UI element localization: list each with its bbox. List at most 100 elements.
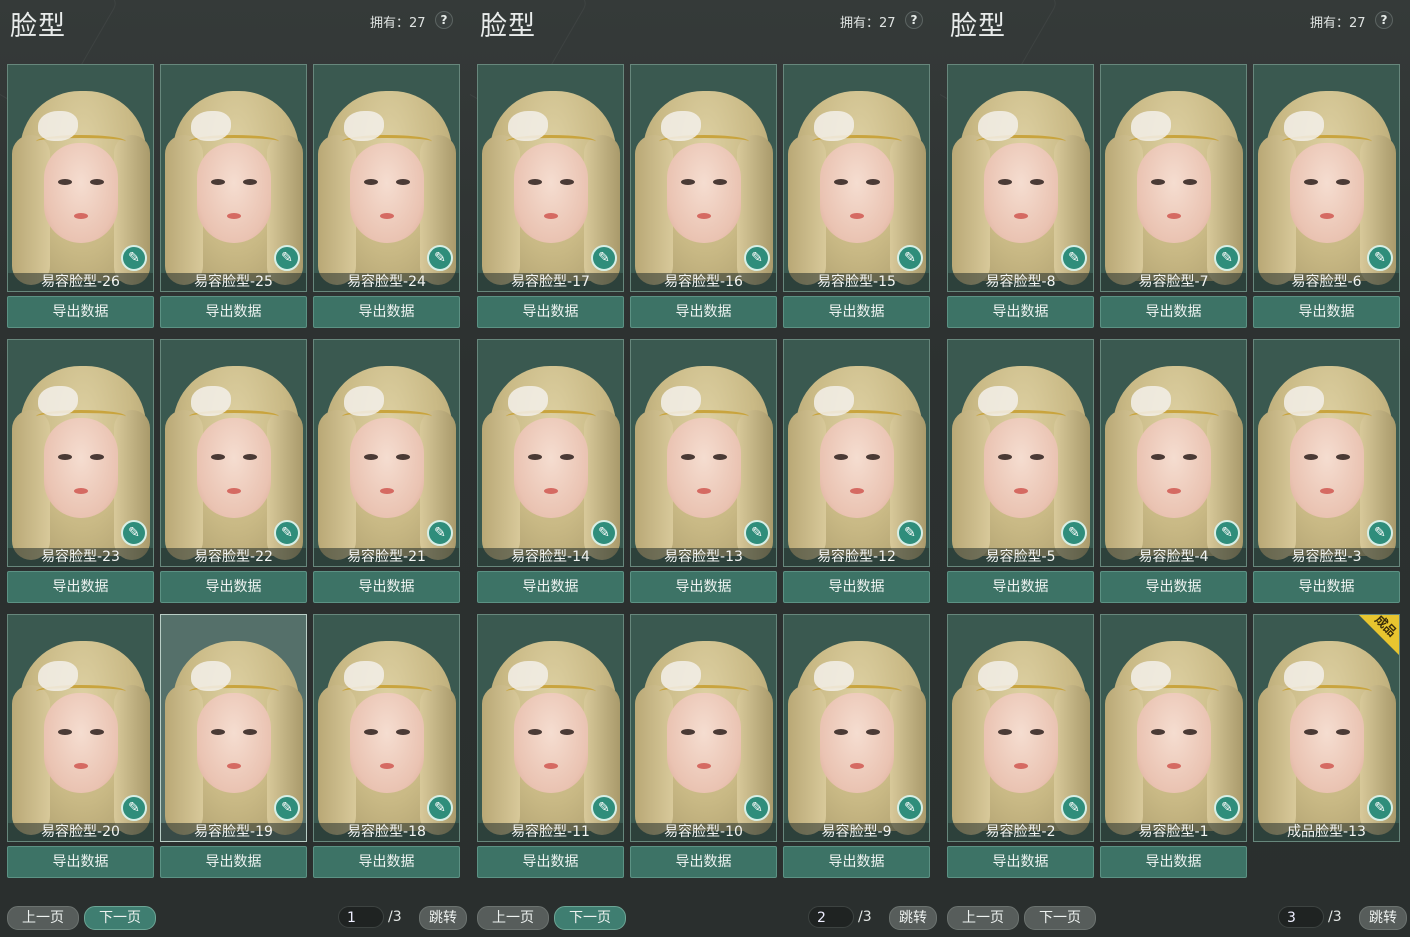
face-card[interactable]: ✎ 易容脸型-6 [1253,64,1400,292]
export-data-button[interactable]: 导出数据 [783,571,930,603]
page-number-input[interactable]: 2 [808,906,854,928]
export-data-button[interactable]: 导出数据 [160,846,307,878]
export-data-button[interactable]: 导出数据 [160,571,307,603]
brush-icon[interactable]: ✎ [427,795,453,821]
brush-icon[interactable]: ✎ [274,520,300,546]
face-card[interactable]: ✎ 易容脸型-3 [1253,339,1400,567]
brush-icon[interactable]: ✎ [591,520,617,546]
face-card[interactable]: ✎ 易容脸型-11 [477,614,624,842]
export-data-button[interactable]: 导出数据 [1100,296,1247,328]
help-icon[interactable]: ? [435,11,453,29]
brush-icon[interactable]: ✎ [1367,245,1393,271]
brush-icon[interactable]: ✎ [897,245,923,271]
brush-icon[interactable]: ✎ [591,245,617,271]
prev-page-button[interactable]: 上一页 [947,906,1019,930]
export-data-button[interactable]: 导出数据 [947,296,1094,328]
face-card[interactable]: ✎ 易容脸型-19 [160,614,307,842]
prev-page-button[interactable]: 上一页 [7,906,79,930]
export-data-button[interactable]: 导出数据 [630,571,777,603]
face-card[interactable]: ✎ 成品 成品脸型-13 [1253,614,1400,842]
brush-icon[interactable]: ✎ [744,245,770,271]
help-icon[interactable]: ? [1375,11,1393,29]
next-page-button[interactable]: 下一页 [1024,906,1096,930]
hair-flower [661,386,701,416]
brush-icon[interactable]: ✎ [1061,245,1087,271]
face-card[interactable]: ✎ 易容脸型-24 [313,64,460,292]
export-data-button[interactable]: 导出数据 [160,296,307,328]
export-data-button[interactable]: 导出数据 [313,571,460,603]
face-card[interactable]: ✎ 易容脸型-15 [783,64,930,292]
page-number-input[interactable]: 3 [1278,906,1324,928]
export-data-button[interactable]: 导出数据 [1100,846,1247,878]
export-data-button[interactable]: 导出数据 [630,846,777,878]
brush-icon[interactable]: ✎ [274,245,300,271]
eye [681,179,695,185]
hair-flower [191,111,231,141]
next-page-button[interactable]: 下一页 [84,906,156,930]
face-card[interactable]: ✎ 易容脸型-5 [947,339,1094,567]
jump-button[interactable]: 跳转 [419,906,467,930]
brush-icon[interactable]: ✎ [897,795,923,821]
face-card[interactable]: ✎ 易容脸型-16 [630,64,777,292]
brush-icon[interactable]: ✎ [1214,520,1240,546]
export-data-button[interactable]: 导出数据 [1100,571,1247,603]
export-data-button[interactable]: 导出数据 [947,571,1094,603]
brush-icon[interactable]: ✎ [1214,795,1240,821]
face-card[interactable]: ✎ 易容脸型-12 [783,339,930,567]
face-card[interactable]: ✎ 易容脸型-25 [160,64,307,292]
brush-icon[interactable]: ✎ [744,795,770,821]
face-card[interactable]: ✎ 易容脸型-21 [313,339,460,567]
brush-icon[interactable]: ✎ [1061,520,1087,546]
export-data-button[interactable]: 导出数据 [783,846,930,878]
face-card[interactable]: ✎ 易容脸型-14 [477,339,624,567]
brush-icon[interactable]: ✎ [121,520,147,546]
export-data-button[interactable]: 导出数据 [1253,296,1400,328]
brush-icon[interactable]: ✎ [897,520,923,546]
jump-button[interactable]: 跳转 [1359,906,1407,930]
export-data-button[interactable]: 导出数据 [630,296,777,328]
next-page-button[interactable]: 下一页 [554,906,626,930]
face-card[interactable]: ✎ 易容脸型-2 [947,614,1094,842]
brush-icon[interactable]: ✎ [1214,245,1240,271]
brush-icon[interactable]: ✎ [121,245,147,271]
brush-icon[interactable]: ✎ [427,245,453,271]
jump-button[interactable]: 跳转 [889,906,937,930]
export-data-button[interactable]: 导出数据 [947,846,1094,878]
brush-icon[interactable]: ✎ [1367,520,1393,546]
export-data-button[interactable]: 导出数据 [7,296,154,328]
export-data-button[interactable]: 导出数据 [783,296,930,328]
export-data-button[interactable]: 导出数据 [7,846,154,878]
face-card[interactable]: ✎ 易容脸型-4 [1100,339,1247,567]
face-card[interactable]: ✎ 易容脸型-10 [630,614,777,842]
brush-icon[interactable]: ✎ [591,795,617,821]
hair-flower [661,111,701,141]
export-data-button[interactable]: 导出数据 [477,571,624,603]
export-data-button[interactable]: 导出数据 [313,846,460,878]
export-data-button[interactable]: 导出数据 [7,571,154,603]
face-card[interactable]: ✎ 易容脸型-18 [313,614,460,842]
export-data-button[interactable]: 导出数据 [477,846,624,878]
face-card[interactable]: ✎ 易容脸型-9 [783,614,930,842]
export-data-button[interactable]: 导出数据 [313,296,460,328]
brush-icon[interactable]: ✎ [1367,795,1393,821]
face-card[interactable]: ✎ 易容脸型-8 [947,64,1094,292]
face-card[interactable]: ✎ 易容脸型-17 [477,64,624,292]
help-icon[interactable]: ? [905,11,923,29]
face-card[interactable]: ✎ 易容脸型-13 [630,339,777,567]
brush-icon[interactable]: ✎ [744,520,770,546]
export-data-button[interactable]: 导出数据 [477,296,624,328]
face-card[interactable]: ✎ 易容脸型-1 [1100,614,1247,842]
face-card[interactable]: ✎ 易容脸型-22 [160,339,307,567]
face-card[interactable]: ✎ 易容脸型-26 [7,64,154,292]
brush-icon[interactable]: ✎ [274,795,300,821]
prev-page-button[interactable]: 上一页 [477,906,549,930]
brush-icon[interactable]: ✎ [1061,795,1087,821]
face-card[interactable]: ✎ 易容脸型-20 [7,614,154,842]
brush-icon[interactable]: ✎ [121,795,147,821]
face-card[interactable]: ✎ 易容脸型-7 [1100,64,1247,292]
face-card[interactable]: ✎ 易容脸型-23 [7,339,154,567]
page-number-input[interactable]: 1 [338,906,384,928]
eye [528,729,542,735]
brush-icon[interactable]: ✎ [427,520,453,546]
export-data-button[interactable]: 导出数据 [1253,571,1400,603]
